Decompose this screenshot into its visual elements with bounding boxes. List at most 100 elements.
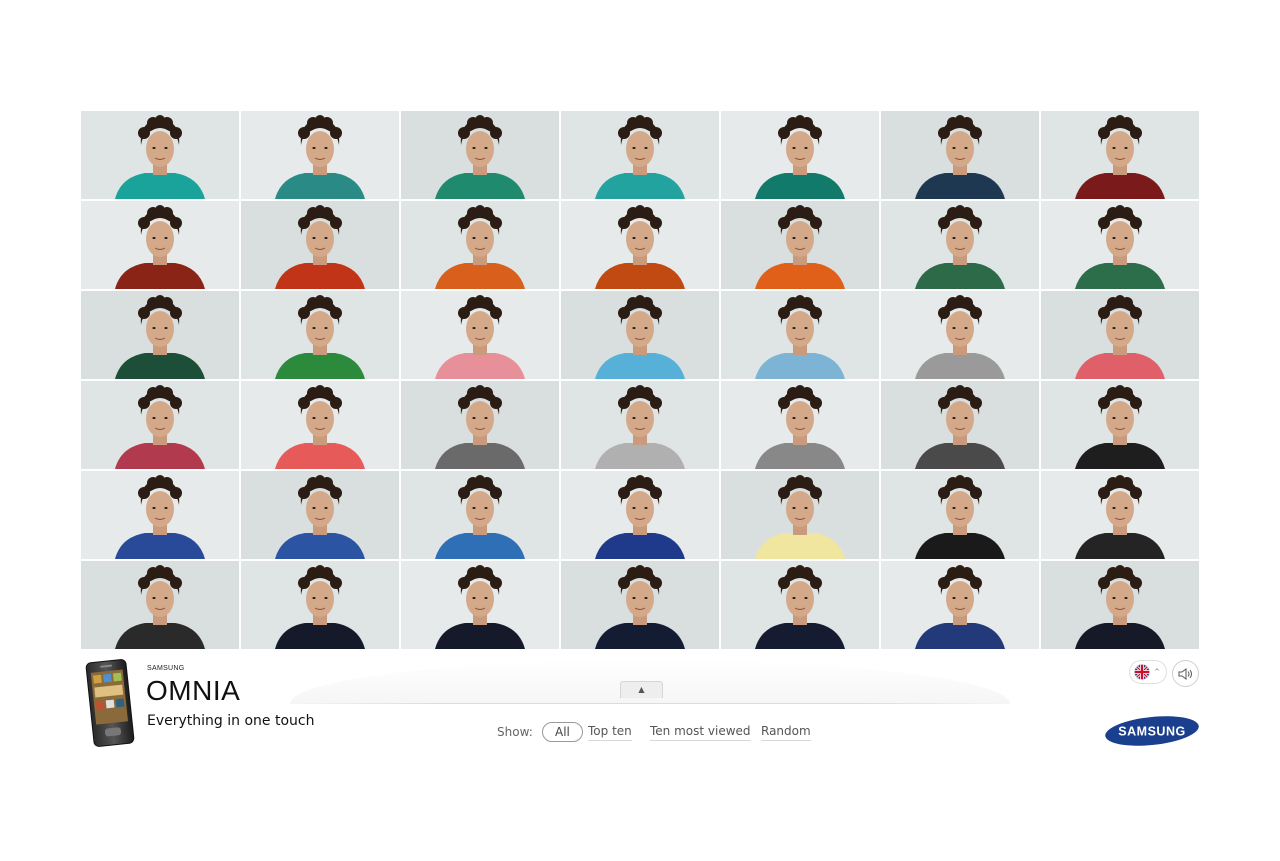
language-selector[interactable]: ^ [1129,660,1167,684]
video-thumbnail[interactable] [881,201,1039,289]
portrait-image [81,111,239,199]
portrait-image [81,561,239,649]
video-thumbnail[interactable] [721,291,879,379]
video-thumbnail[interactable] [241,471,399,559]
video-thumbnail[interactable] [721,561,879,649]
video-thumbnail[interactable] [881,291,1039,379]
video-thumbnail[interactable] [1041,471,1199,559]
video-thumbnail[interactable] [401,291,559,379]
portrait-image [401,201,559,289]
video-thumbnail[interactable] [561,201,719,289]
portrait-image [401,471,559,559]
portrait-image [401,381,559,469]
portrait-image [881,201,1039,289]
video-thumbnail[interactable] [721,111,879,199]
show-filter-label: Show: [497,725,533,739]
expand-toggle-button[interactable]: ▲ [620,681,663,698]
video-thumbnail[interactable] [561,381,719,469]
portrait-image [1041,201,1199,289]
video-thumbnail[interactable] [81,201,239,289]
portrait-image [881,111,1039,199]
portrait-image [241,111,399,199]
portrait-image [721,291,879,379]
portrait-image [1041,471,1199,559]
portrait-image [1041,291,1199,379]
video-thumbnail[interactable] [241,291,399,379]
video-thumbnail[interactable] [561,291,719,379]
portrait-image [881,291,1039,379]
video-thumbnail[interactable] [561,111,719,199]
portrait-image [1041,111,1199,199]
video-thumbnail[interactable] [241,201,399,289]
video-thumbnail[interactable] [881,471,1039,559]
video-thumbnail[interactable] [1041,201,1199,289]
video-thumbnail[interactable] [81,471,239,559]
portrait-image [241,381,399,469]
portrait-image [721,471,879,559]
portrait-image [401,291,559,379]
portrait-image [721,381,879,469]
samsung-logo: SAMSUNG [1105,716,1199,746]
video-thumbnail[interactable] [401,381,559,469]
filter-all-button[interactable]: All [542,722,583,742]
video-thumbnail[interactable] [241,111,399,199]
brand-samsung-small: SAMSUNG [147,665,185,672]
portrait-image [561,381,719,469]
video-thumbnail[interactable] [81,291,239,379]
video-thumbnail[interactable] [1041,111,1199,199]
speaker-icon [1178,667,1192,680]
portrait-image [81,291,239,379]
video-thumbnail[interactable] [1041,291,1199,379]
portrait-image [561,471,719,559]
portrait-image [721,201,879,289]
portrait-image [81,201,239,289]
portrait-image [241,291,399,379]
video-thumbnail[interactable] [401,561,559,649]
portrait-image [241,471,399,559]
portrait-image [1041,561,1199,649]
video-thumbnail[interactable] [561,561,719,649]
samsung-logo-text: SAMSUNG [1118,725,1185,739]
portrait-image [561,201,719,289]
video-thumbnail[interactable] [721,201,879,289]
video-thumbnail[interactable] [721,381,879,469]
video-thumbnail[interactable] [721,471,879,559]
product-title: OMNIA [146,675,241,706]
portrait-image [561,291,719,379]
filter-ten-most-viewed-button[interactable]: Ten most viewed [650,722,751,741]
video-thumbnail[interactable] [241,381,399,469]
portrait-image [81,381,239,469]
filter-top-ten-button[interactable]: Top ten [588,722,632,741]
video-thumbnail[interactable] [241,561,399,649]
bottom-bar-divider [290,703,1010,704]
video-thumbnail[interactable] [401,471,559,559]
language-caret-icon: ^ [1154,668,1160,676]
portrait-image [881,561,1039,649]
portrait-image [881,381,1039,469]
arrow-up-icon: ▲ [638,685,645,694]
video-thumbnail[interactable] [881,381,1039,469]
portrait-image [721,561,879,649]
portrait-image [881,471,1039,559]
product-tagline: Everything in one touch [147,713,315,729]
portrait-image [401,561,559,649]
portrait-image [721,111,879,199]
filter-random-button[interactable]: Random [761,722,811,741]
video-thumbnail[interactable] [401,111,559,199]
video-thumbnail[interactable] [881,561,1039,649]
video-thumbnail[interactable] [81,561,239,649]
portrait-image [401,111,559,199]
video-thumbnail[interactable] [561,471,719,559]
omnia-phone-image [85,659,135,747]
portrait-image [1041,381,1199,469]
video-thumbnail[interactable] [401,201,559,289]
portrait-image [241,201,399,289]
portrait-image [81,471,239,559]
sound-toggle-button[interactable] [1172,660,1199,687]
video-thumbnail[interactable] [1041,561,1199,649]
video-thumbnail[interactable] [81,111,239,199]
video-thumbnail[interactable] [881,111,1039,199]
video-thumbnail[interactable] [81,381,239,469]
portrait-image [561,561,719,649]
video-thumbnail[interactable] [1041,381,1199,469]
